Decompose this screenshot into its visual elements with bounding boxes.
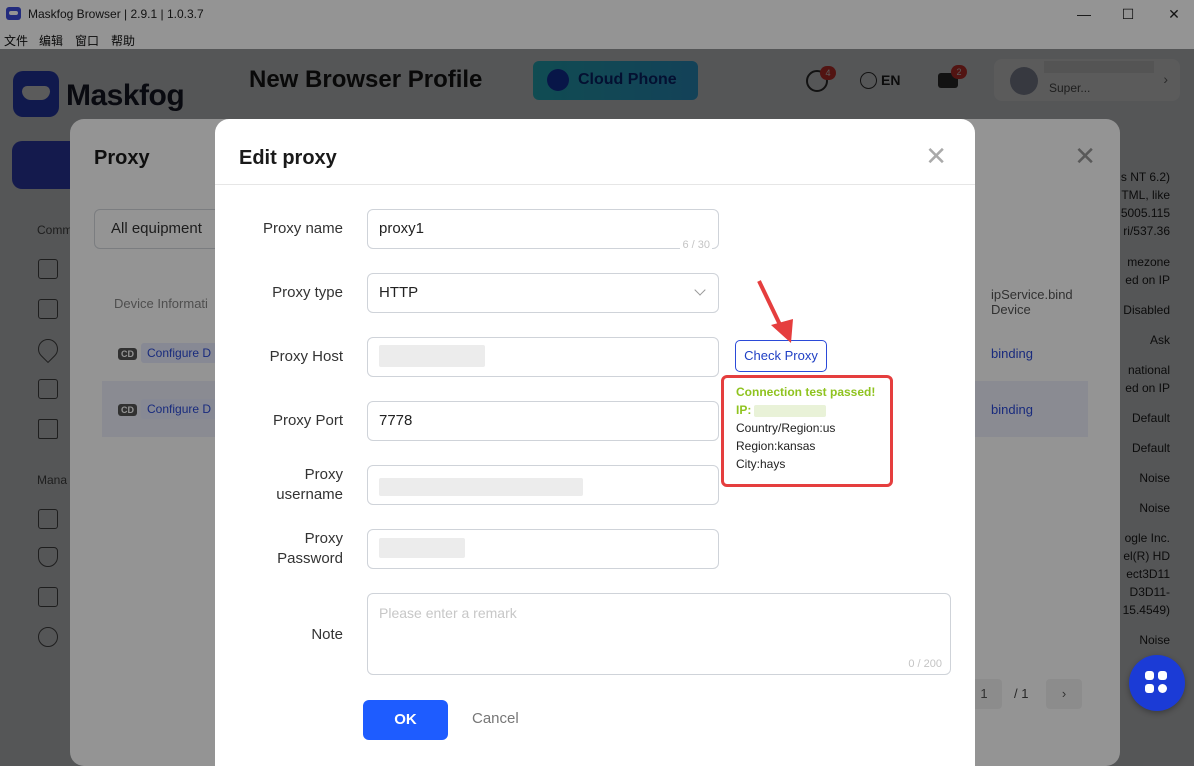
proxy-port-label: Proxy Port <box>272 412 343 429</box>
proxy-username-label-1: Proxy <box>304 466 343 483</box>
search-icon <box>1158 684 1167 693</box>
ok-button[interactable]: OK <box>363 700 448 740</box>
connection-status: Connection test passed! <box>736 385 876 399</box>
result-country: Country/Region:us <box>736 421 836 435</box>
cancel-button[interactable]: Cancel <box>472 710 519 727</box>
redacted-password <box>379 538 465 558</box>
proxy-password-label-1: Proxy <box>304 530 343 547</box>
close-icon[interactable]: ✕ <box>925 143 947 169</box>
proxy-password-label-2: Password <box>277 550 343 567</box>
proxy-port-value: 7778 <box>379 412 413 429</box>
proxy-host-label: Proxy Host <box>269 348 343 365</box>
note-char-count: 0 / 200 <box>908 658 942 670</box>
red-arrow-annotation <box>757 280 793 343</box>
connection-result-box: Connection test passed! IP: Country/Regi… <box>721 375 893 487</box>
proxy-type-value: HTTP <box>379 284 419 301</box>
chevron-down-icon <box>694 284 706 296</box>
redacted-username <box>379 478 583 496</box>
proxy-password-input[interactable] <box>367 529 719 569</box>
proxy-name-value: proxy1 <box>379 220 425 237</box>
proxy-host-input[interactable] <box>367 337 719 377</box>
result-city: City:hays <box>736 457 786 471</box>
result-region: Region:kansas <box>736 439 816 453</box>
divider <box>215 184 975 185</box>
char-count: 6 / 30 <box>680 239 712 251</box>
note-placeholder: Please enter a remark <box>379 605 517 621</box>
edit-proxy-modal: Edit proxy ✕ Proxy name proxy1 6 / 30 Pr… <box>215 119 975 766</box>
note-label: Note <box>311 626 343 643</box>
proxy-name-input[interactable]: proxy1 6 / 30 <box>367 209 719 251</box>
support-fab-button[interactable] <box>1129 655 1185 711</box>
proxy-name-label: Proxy name <box>262 220 343 237</box>
proxy-username-label-2: username <box>276 486 343 503</box>
redacted-ip <box>754 405 826 417</box>
proxy-username-input[interactable] <box>367 465 719 505</box>
proxy-password-label: Proxy Password <box>223 529 343 569</box>
note-textarea[interactable]: Please enter a remark 0 / 200 <box>367 593 951 675</box>
redacted-host <box>379 345 485 367</box>
proxy-username-label: Proxy username <box>223 465 343 505</box>
proxy-type-label: Proxy type <box>272 284 343 301</box>
proxy-type-select[interactable]: HTTP <box>367 273 719 313</box>
grid-icon <box>1145 684 1154 693</box>
modal-title: Edit proxy <box>239 147 337 169</box>
grid-icon <box>1145 671 1154 680</box>
grid-icon <box>1158 671 1167 680</box>
proxy-port-input[interactable]: 7778 <box>367 401 719 441</box>
result-ip-label: IP: <box>736 403 752 417</box>
